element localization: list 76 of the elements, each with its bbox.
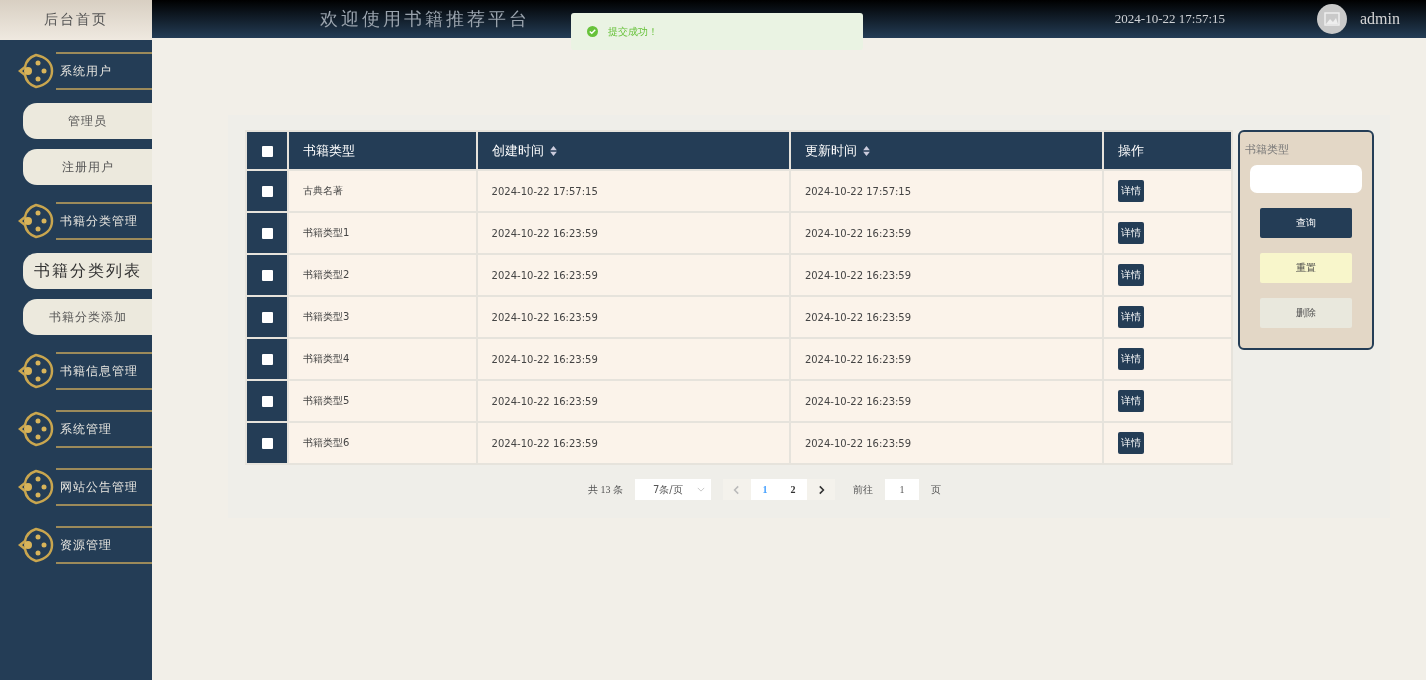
row-checkbox[interactable] [261, 269, 273, 281]
table-cell: 2024-10-22 16:23:59 [804, 437, 912, 449]
caret-icon [697, 487, 705, 492]
username-text: admin [1360, 10, 1400, 28]
table-cell: 书籍类型4 [303, 353, 350, 364]
table-cell: 2024-10-22 16:23:59 [804, 311, 912, 323]
menu-item[interactable]: 系统管理 [16, 408, 152, 450]
select-all-checkbox[interactable] [261, 146, 273, 157]
detail-button[interactable]: 详情 [1118, 432, 1145, 454]
avatar-icon [1317, 4, 1347, 34]
table-cell: 书籍类型1 [303, 227, 350, 238]
page-unit-label: 页 [931, 482, 941, 497]
table-cell: 2024-10-22 16:23:59 [804, 269, 912, 281]
menu-item[interactable]: 系统用户 [16, 50, 152, 92]
delete-button[interactable]: 删除 [1260, 298, 1352, 328]
home-link[interactable]: 后台首页 [0, 0, 152, 40]
toast-message: 提交成功！ [608, 24, 658, 39]
table-cell: 2024-10-22 16:23:59 [491, 269, 598, 281]
table-cell: 2024-10-22 17:57:15 [804, 185, 912, 197]
datetime-text: 2024-10-22 17:57:15 [1114, 11, 1225, 27]
submenu-item[interactable]: 书籍分类列表 [23, 253, 152, 289]
detail-button[interactable]: 详情 [1118, 348, 1145, 370]
row-checkbox[interactable] [261, 185, 273, 197]
table-cell: 2024-10-22 17:57:15 [491, 185, 598, 197]
row-checkbox[interactable] [261, 437, 273, 449]
menu-item[interactable]: 书籍分类管理 [16, 200, 152, 242]
page-size-select[interactable]: 7条/页 [635, 479, 711, 500]
table-cell: 2024-10-22 16:23:59 [804, 395, 912, 407]
row-checkbox[interactable] [261, 353, 273, 365]
table-cell: 2024-10-22 16:23:59 [804, 227, 912, 239]
row-checkbox[interactable] [261, 227, 273, 239]
submenu-item[interactable]: 管理员 [23, 103, 152, 139]
column-header[interactable]: 更新时间 [804, 141, 870, 160]
column-header: 操作 [1118, 141, 1145, 160]
submenu-item[interactable]: 注册用户 [23, 149, 152, 185]
ornament-icon [16, 201, 56, 241]
table-cell: 2024-10-22 16:23:59 [491, 227, 598, 239]
table-cell: 书籍类型6 [303, 437, 350, 448]
ornament-icon [16, 51, 56, 91]
submenu-item[interactable]: 书籍分类添加 [23, 299, 152, 335]
total-count: 共 13 条 [588, 482, 623, 497]
row-checkbox[interactable] [261, 395, 273, 407]
table-cell: 2024-10-22 16:23:59 [491, 311, 598, 323]
sort-icon[interactable] [549, 145, 557, 156]
table-cell: 2024-10-22 16:23:59 [491, 395, 598, 407]
goto-label: 前往 [853, 482, 873, 497]
search-field[interactable] [1250, 165, 1362, 193]
table-cell: 2024-10-22 16:23:59 [491, 353, 598, 365]
menu-item[interactable]: 网站公告管理 [16, 466, 152, 508]
menu-item[interactable]: 资源管理 [16, 524, 152, 566]
row-checkbox[interactable] [261, 311, 273, 323]
query-button[interactable]: 查询 [1260, 208, 1352, 238]
page-input[interactable]: 1 [885, 479, 919, 500]
column-header: 书籍类型 [303, 141, 355, 160]
table-cell: 2024-10-22 16:23:59 [491, 437, 598, 449]
ornament-icon [16, 409, 56, 449]
sort-icon[interactable] [862, 145, 870, 156]
menu-item[interactable]: 书籍信息管理 [16, 350, 152, 392]
table-cell: 书籍类型3 [303, 311, 350, 322]
page-number[interactable]: 2 [779, 479, 807, 500]
detail-button[interactable]: 详情 [1118, 180, 1145, 202]
ornament-icon [16, 525, 56, 565]
detail-button[interactable]: 详情 [1118, 390, 1145, 412]
ornament-icon [16, 467, 56, 507]
column-header[interactable]: 创建时间 [491, 141, 557, 160]
detail-button[interactable]: 详情 [1118, 306, 1145, 328]
detail-button[interactable]: 详情 [1118, 264, 1145, 286]
table-cell: 2024-10-22 16:23:59 [804, 353, 912, 365]
table-cell: 书籍类型5 [303, 395, 350, 406]
table-cell: 书籍类型2 [303, 269, 350, 280]
field-label: 书籍类型 [1245, 142, 1289, 157]
check-icon [587, 26, 598, 37]
reset-button[interactable]: 重置 [1260, 253, 1352, 283]
detail-button[interactable]: 详情 [1118, 222, 1145, 244]
ornament-icon [16, 351, 56, 391]
table-cell: 古典名著 [303, 185, 343, 196]
